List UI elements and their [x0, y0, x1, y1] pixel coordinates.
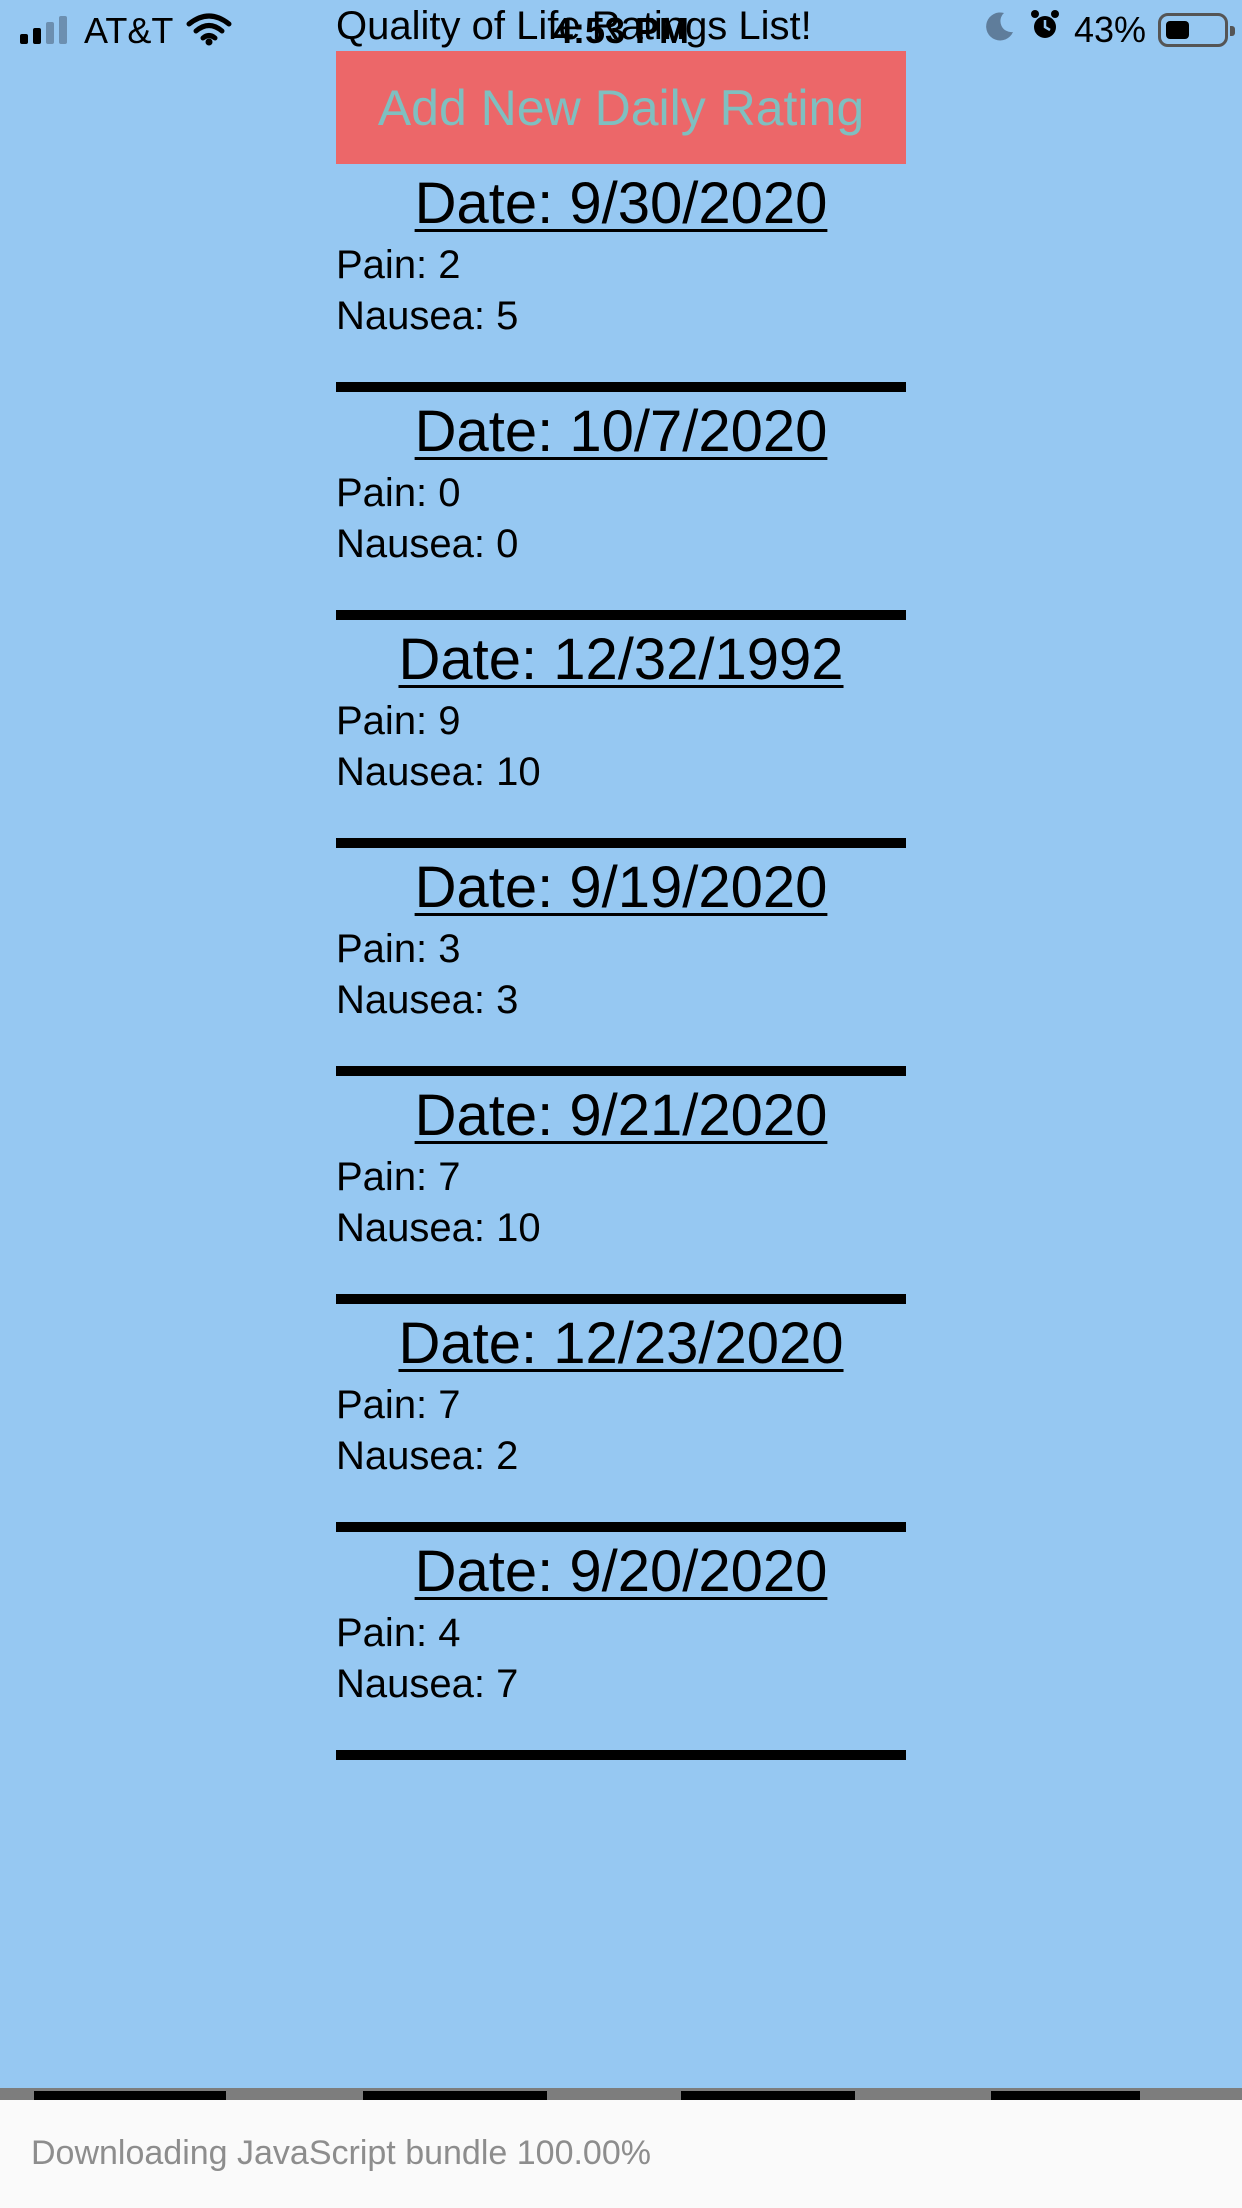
progress-segment	[991, 2091, 1140, 2100]
divider	[336, 610, 906, 620]
rating-pain: Pain: 2	[336, 243, 461, 287]
ratings-list: Date: 9/30/2020 Pain: 2 Nausea: 5 Date: …	[336, 164, 906, 1760]
divider	[336, 382, 906, 392]
alarm-icon	[1028, 8, 1062, 51]
rating-pain: Pain: 7	[336, 1155, 461, 1199]
rating-nausea: Nausea: 0	[336, 522, 519, 566]
loading-text: Downloading JavaScript bundle 100.00%	[31, 2134, 651, 2172]
rating-date: Date: 12/23/2020	[398, 1311, 844, 1376]
loading-banner: Downloading JavaScript bundle 100.00%	[0, 2100, 1242, 2208]
rating-nausea: Nausea: 7	[336, 1662, 519, 1706]
progress-segment	[34, 2091, 226, 2100]
rating-nausea: Nausea: 10	[336, 1206, 541, 1250]
rating-nausea: Nausea: 10	[336, 750, 541, 794]
rating-pain: Pain: 4	[336, 1611, 461, 1655]
rating-date: Date: 9/19/2020	[414, 855, 828, 920]
progress-bar	[0, 2088, 1242, 2100]
list-item: Date: 9/19/2020 Pain: 3 Nausea: 3	[336, 848, 906, 1076]
list-item: Date: 9/21/2020 Pain: 7 Nausea: 10	[336, 1076, 906, 1304]
rating-pain: Pain: 3	[336, 927, 461, 971]
rating-date: Date: 9/20/2020	[414, 1539, 828, 1604]
rating-pain: Pain: 0	[336, 471, 461, 515]
battery-icon	[1158, 12, 1235, 47]
rating-pain: Pain: 7	[336, 1383, 461, 1427]
rating-nausea: Nausea: 2	[336, 1434, 519, 1478]
divider	[336, 1750, 906, 1760]
list-item: Date: 9/20/2020 Pain: 4 Nausea: 7	[336, 1532, 906, 1760]
list-item: Date: 10/7/2020 Pain: 0 Nausea: 0	[336, 392, 906, 620]
rating-nausea: Nausea: 3	[336, 978, 519, 1022]
add-rating-button[interactable]: Add New Daily Rating	[336, 51, 906, 164]
rating-pain: Pain: 9	[336, 699, 461, 743]
list-item: Date: 12/32/1992 Pain: 9 Nausea: 10	[336, 620, 906, 848]
divider	[336, 1294, 906, 1304]
divider	[336, 1522, 906, 1532]
rating-nausea: Nausea: 5	[336, 294, 519, 338]
progress-segment	[681, 2091, 855, 2100]
rating-date: Date: 12/32/1992	[398, 627, 844, 692]
page-title: Quality of Life Ratings List!	[336, 4, 812, 48]
moon-icon	[984, 9, 1016, 51]
battery-percent: 43%	[1073, 8, 1146, 50]
rating-date: Date: 9/21/2020	[414, 1083, 828, 1148]
rating-date: Date: 10/7/2020	[414, 399, 828, 464]
divider	[336, 838, 906, 848]
divider	[336, 1066, 906, 1076]
progress-segment	[363, 2091, 547, 2100]
list-item: Date: 9/30/2020 Pain: 2 Nausea: 5	[336, 164, 906, 392]
list-item: Date: 12/23/2020 Pain: 7 Nausea: 2	[336, 1304, 906, 1532]
rating-date: Date: 9/30/2020	[414, 171, 828, 236]
